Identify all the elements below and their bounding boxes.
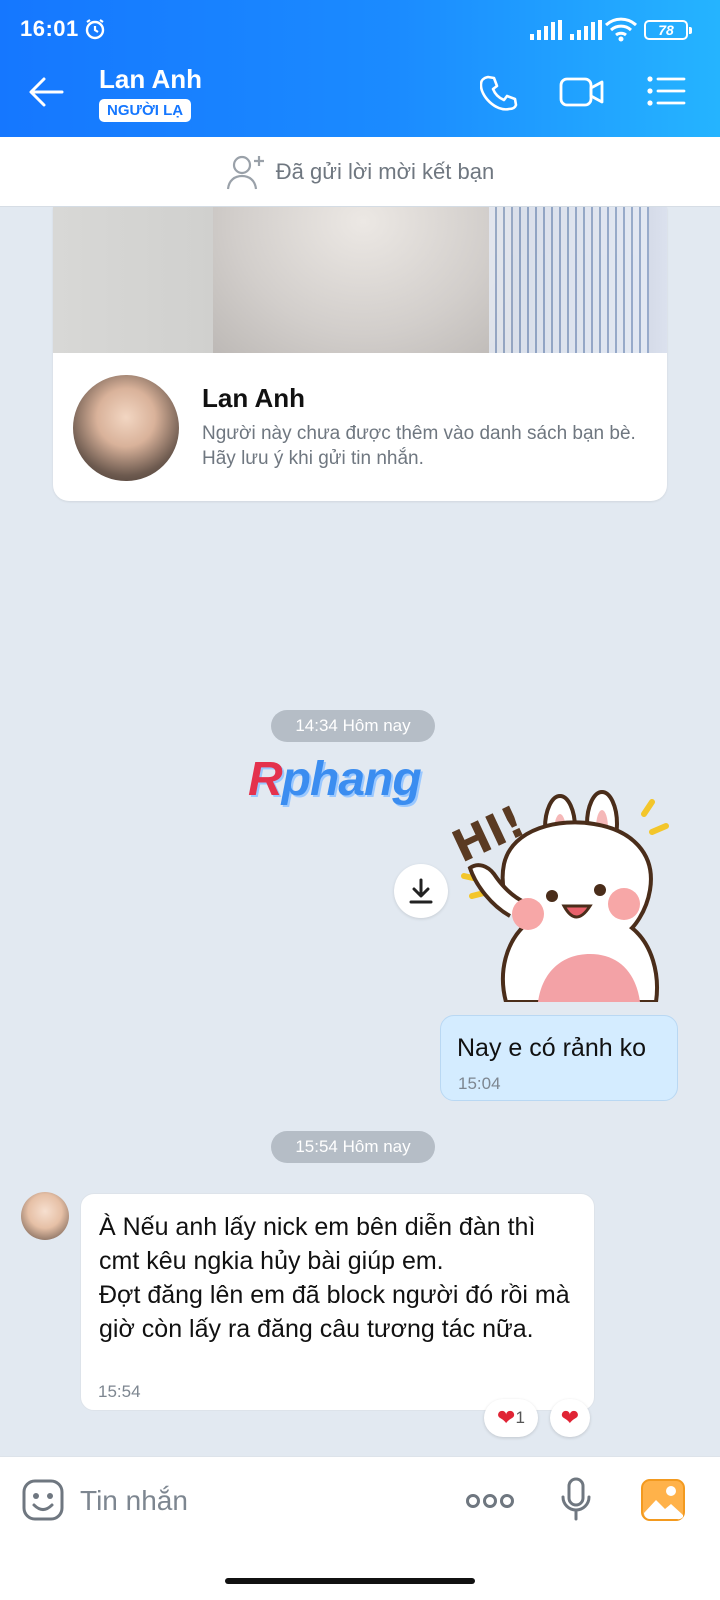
- microphone-icon[interactable]: [561, 1477, 591, 1526]
- add-friend-icon: [226, 155, 264, 189]
- photo-icon[interactable]: [641, 1479, 685, 1526]
- bunny-hi-sticker[interactable]: HI!: [445, 788, 684, 1004]
- chat-header: Lan Anh NGƯỜI LẠ: [0, 52, 720, 137]
- alarm-icon: [84, 18, 106, 45]
- menu-list-icon[interactable]: [646, 74, 686, 113]
- message-text: À Nếu anh lấy nick em bên diễn đàn thì c…: [99, 1213, 570, 1343]
- phone-icon[interactable]: [479, 74, 518, 117]
- profile-card[interactable]: Lan Anh Người này chưa được thêm vào dan…: [53, 207, 667, 501]
- watermark-logo: Rphang: [248, 752, 422, 807]
- incoming-message[interactable]: À Nếu anh lấy nick em bên diễn đàn thì c…: [80, 1193, 595, 1411]
- back-arrow-icon[interactable]: [28, 76, 64, 113]
- home-indicator[interactable]: [225, 1578, 475, 1584]
- message-input[interactable]: Tin nhắn: [80, 1485, 188, 1517]
- cover-photo-shirt: [213, 207, 513, 353]
- profile-name: Lan Anh: [202, 383, 306, 413]
- emoji-icon[interactable]: [22, 1479, 64, 1526]
- signal-icon: [570, 20, 604, 45]
- reaction-summary[interactable]: ❤ 1: [484, 1399, 538, 1437]
- heart-icon: ❤: [560, 1405, 580, 1430]
- outgoing-message[interactable]: Nay e có rảnh ko 15:04: [440, 1015, 678, 1101]
- video-call-icon[interactable]: [559, 74, 605, 115]
- download-icon: [409, 878, 433, 904]
- watermark-part-2: phang: [281, 753, 422, 806]
- watermark-part-1: R: [248, 753, 283, 806]
- cover-photo: [53, 207, 667, 353]
- signal-icon: [530, 20, 564, 45]
- download-button[interactable]: [394, 864, 448, 918]
- time-separator: 14:34 Hôm nay: [271, 710, 435, 742]
- battery-icon: 78: [644, 20, 692, 40]
- time-separator: 15:54 Hôm nay: [271, 1131, 435, 1163]
- status-time: 16:01: [20, 16, 79, 41]
- battery-level: 78: [658, 22, 674, 38]
- cover-photo-bed: [489, 207, 649, 353]
- friend-request-banner: Đã gửi lời mời kết bạn: [0, 137, 720, 207]
- more-icon[interactable]: [466, 1493, 514, 1514]
- profile-warning: Người này chưa được thêm vào danh sách b…: [202, 423, 636, 469]
- wifi-icon: [604, 16, 638, 47]
- message-text: Nay e có rảnh ko: [457, 1034, 646, 1062]
- message-time: 15:54: [98, 1382, 141, 1401]
- profile-avatar[interactable]: [73, 375, 179, 481]
- heart-icon: ❤: [497, 1405, 516, 1430]
- react-heart-button[interactable]: ❤: [550, 1399, 590, 1437]
- contact-name[interactable]: Lan Anh: [99, 64, 202, 95]
- sender-avatar[interactable]: [21, 1192, 69, 1240]
- message-time: 15:04: [458, 1074, 501, 1093]
- top-bar: 16:01 78 Lan Anh NGƯỜI LẠ: [0, 0, 720, 137]
- status-bar: 16:01 78: [0, 0, 720, 52]
- banner-text: Đã gửi lời mời kết bạn: [275, 158, 495, 184]
- stranger-badge: NGƯỜI LẠ: [99, 99, 192, 122]
- reaction-count: 1: [515, 1408, 525, 1427]
